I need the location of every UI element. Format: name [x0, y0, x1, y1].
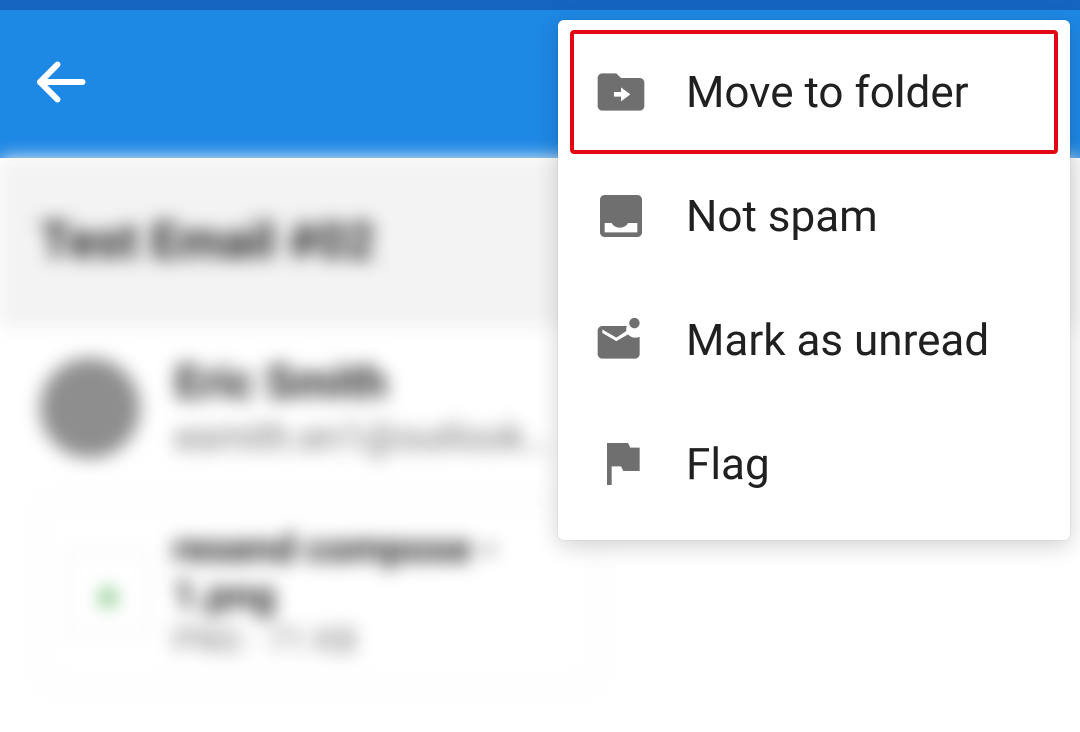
sender-texts: Eric Smith esmith.en1@outlook… [175, 356, 550, 460]
email-subject-text: Test Email #02 [40, 213, 375, 271]
folder-move-icon [586, 64, 656, 120]
menu-label: Flag [686, 438, 770, 490]
attachment-meta: PNG · 71 KB [173, 621, 573, 661]
flag-icon [586, 436, 656, 492]
menu-label: Mark as unread [686, 314, 989, 366]
attachment-card[interactable]: ▲ resend compose - 1.png PNG · 71 KB [40, 500, 600, 686]
menu-item-mark-unread[interactable]: Mark as unread [570, 278, 1058, 402]
attachment-texts: resend compose - 1.png PNG · 71 KB [173, 525, 573, 661]
menu-item-flag[interactable]: Flag [570, 402, 1058, 526]
back-arrow-icon[interactable] [30, 52, 90, 116]
image-file-icon: ▲ [67, 552, 149, 634]
menu-label: Not spam [686, 190, 878, 242]
mail-unread-icon [586, 312, 656, 368]
sender-email: esmith.en1@outlook… [175, 416, 550, 460]
menu-item-move-to-folder[interactable]: Move to folder [570, 30, 1058, 154]
overflow-menu: Move to folder Not spam Mark as unread F… [558, 20, 1070, 540]
menu-item-not-spam[interactable]: Not spam [570, 154, 1058, 278]
status-bar [0, 0, 1080, 10]
inbox-icon [586, 188, 656, 244]
menu-label: Move to folder [686, 66, 969, 118]
avatar [40, 358, 140, 458]
attachment-name: resend compose - 1.png [173, 525, 573, 619]
sender-name: Eric Smith [175, 356, 550, 410]
